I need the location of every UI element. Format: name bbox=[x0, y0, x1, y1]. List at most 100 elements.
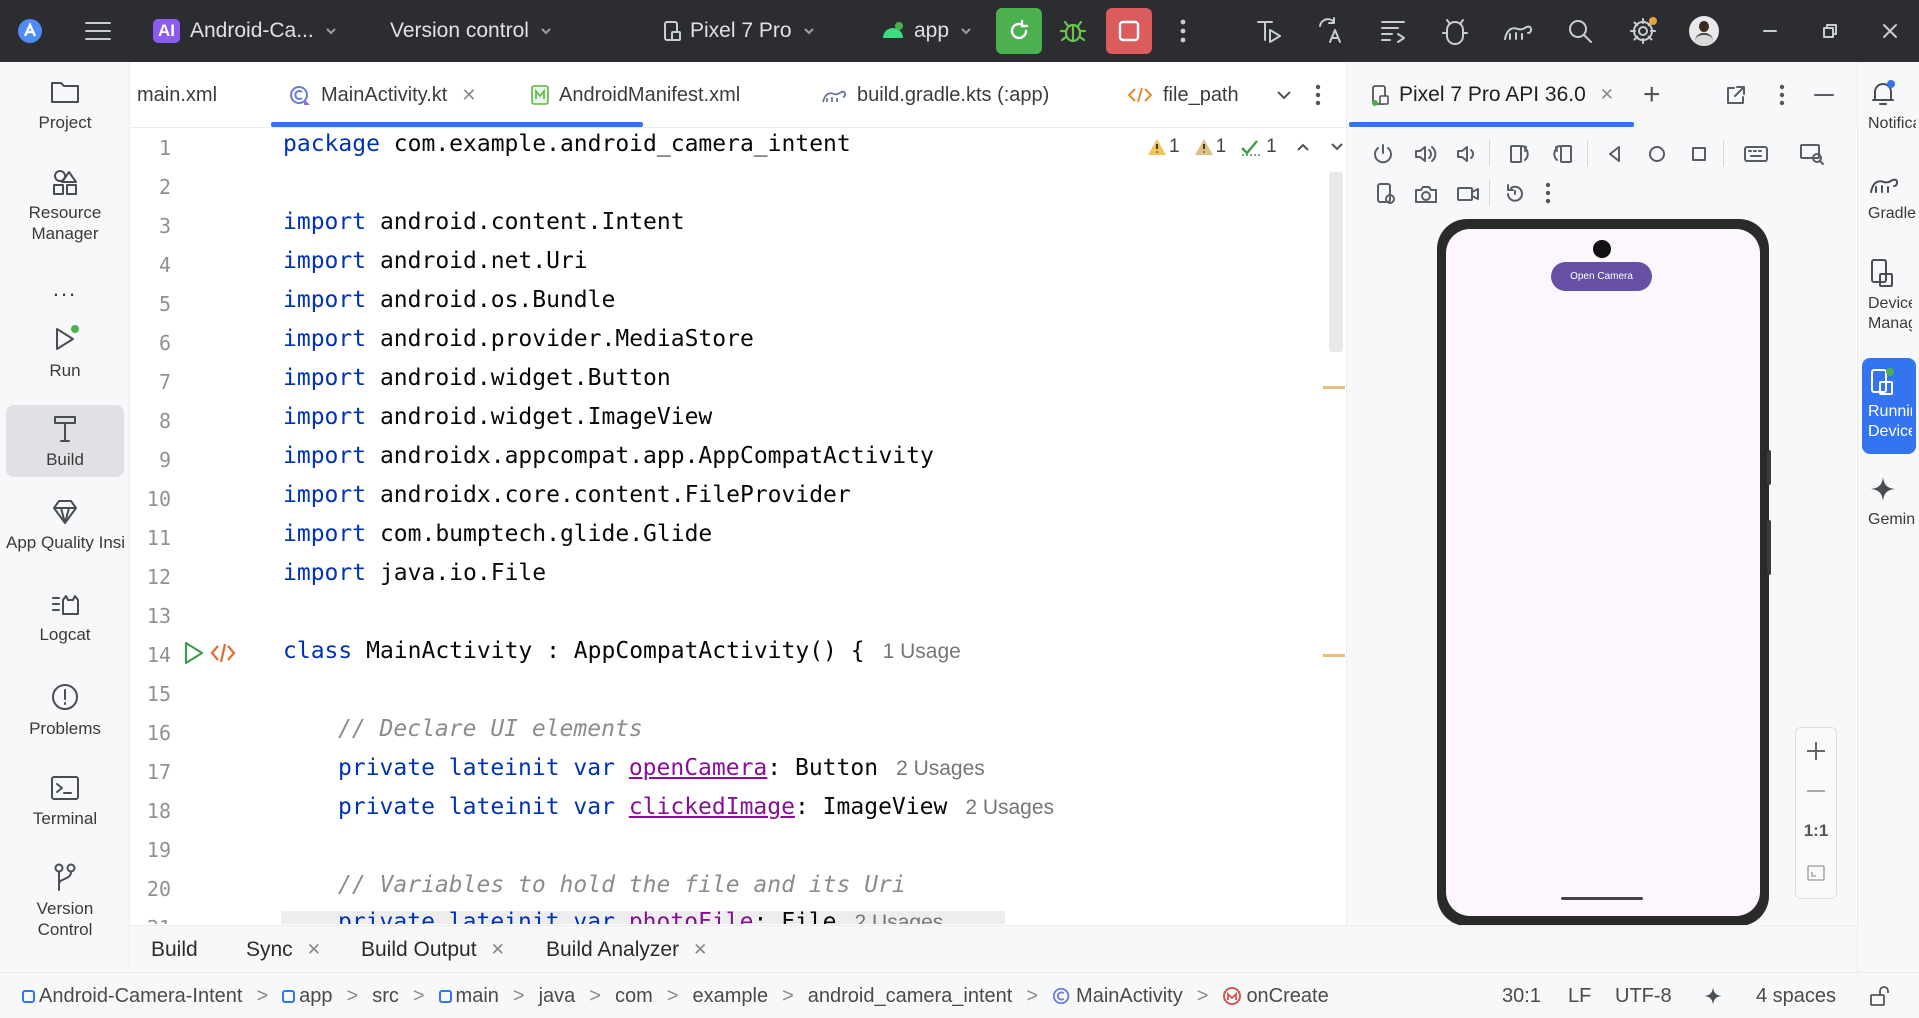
gesture-nav-bar[interactable] bbox=[1561, 897, 1643, 900]
main-menu-icon[interactable] bbox=[84, 0, 112, 62]
indent-setting[interactable]: 4 spaces bbox=[1756, 973, 1836, 1018]
open-camera-button[interactable]: Open Camera bbox=[1551, 262, 1652, 291]
screen-record-icon[interactable] bbox=[1455, 182, 1481, 206]
breadcrumb-item[interactable]: com bbox=[615, 985, 653, 1008]
tool-resource-manager[interactable]: Resource Manager bbox=[6, 168, 124, 244]
usage-hint[interactable]: 1 Usage bbox=[883, 640, 961, 663]
close-window-icon[interactable] bbox=[1882, 0, 1898, 62]
previous-highlight-chevron-up-icon[interactable] bbox=[1295, 139, 1311, 155]
ai-assist-sparkle-icon[interactable] bbox=[1702, 973, 1724, 1018]
code-tag-gutter-icon[interactable] bbox=[209, 641, 237, 665]
breadcrumb-item[interactable]: main bbox=[456, 985, 499, 1008]
usage-hint[interactable]: 2 Usages bbox=[896, 757, 985, 780]
code-editor[interactable]: 1 2 3 4 5 6 7 8 9 10 11 12 13 14 15 16 1… bbox=[131, 129, 1345, 924]
bottom-tab-build-analyzer[interactable]: Build Analyzer ✕ bbox=[546, 926, 707, 973]
zoom-actual-size[interactable]: 1:1 bbox=[1796, 821, 1836, 841]
tab-more-options-icon[interactable] bbox=[1315, 62, 1321, 128]
open-external-icon[interactable] bbox=[1725, 62, 1747, 128]
tool-gemini[interactable]: Gemini bbox=[1862, 474, 1916, 530]
volume-down-icon[interactable] bbox=[1455, 142, 1479, 166]
inspection-widget[interactable]: 1 1 1 bbox=[1147, 136, 1345, 158]
tool-device-manager[interactable]: Device Manager bbox=[1862, 258, 1916, 334]
close-device-tab-icon[interactable]: ✕ bbox=[1600, 85, 1614, 105]
tabs-overflow-chevron-icon[interactable] bbox=[1275, 62, 1293, 128]
snapshot-reset-icon[interactable] bbox=[1503, 182, 1527, 206]
breadcrumb-item[interactable]: onCreate bbox=[1246, 985, 1328, 1008]
caret-position[interactable]: 30:1 bbox=[1502, 973, 1541, 1018]
device-info-icon[interactable] bbox=[1375, 182, 1397, 206]
device-tab[interactable]: Pixel 7 Pro API 36.0 ✕ bbox=[1371, 62, 1614, 128]
bottom-tab-build-output[interactable]: Build Output ✕ bbox=[361, 926, 505, 973]
bottom-tab-build[interactable]: Build bbox=[151, 926, 198, 973]
volume-up-icon[interactable] bbox=[1413, 142, 1439, 166]
restore-window-icon[interactable] bbox=[1822, 0, 1838, 62]
keyboard-icon[interactable] bbox=[1743, 142, 1769, 166]
next-highlight-chevron-down-icon[interactable] bbox=[1329, 139, 1345, 155]
rotate-right-icon[interactable] bbox=[1549, 142, 1575, 166]
translate-icon[interactable] bbox=[1316, 0, 1346, 62]
tool-logcat[interactable]: Logcat bbox=[6, 592, 124, 645]
rotate-left-icon[interactable] bbox=[1507, 142, 1533, 166]
tool-terminal[interactable]: Terminal bbox=[6, 774, 124, 829]
device-more-options-icon[interactable] bbox=[1545, 182, 1551, 204]
hide-panel-icon[interactable] bbox=[1813, 62, 1835, 128]
rerun-button[interactable] bbox=[996, 0, 1042, 62]
apply-changes-icon[interactable] bbox=[1254, 0, 1284, 62]
sync-project-icon[interactable] bbox=[1378, 0, 1408, 62]
tab-androidmanifest-xml[interactable]: AndroidManifest.xml bbox=[531, 62, 740, 128]
breadcrumb-item[interactable]: app bbox=[299, 985, 332, 1008]
warning-marker[interactable] bbox=[1323, 386, 1345, 389]
version-control-widget[interactable]: Version control bbox=[390, 0, 553, 62]
tool-project[interactable]: Project bbox=[6, 78, 124, 133]
usage-hint[interactable]: 2 Usages bbox=[855, 911, 944, 924]
file-encoding[interactable]: UTF-8 bbox=[1615, 973, 1672, 1018]
close-tab-icon[interactable]: ✕ bbox=[307, 940, 321, 960]
overview-icon[interactable] bbox=[1687, 142, 1711, 166]
screenshot-camera-icon[interactable] bbox=[1413, 182, 1439, 206]
back-icon[interactable] bbox=[1603, 142, 1627, 166]
tool-gradle[interactable]: Gradle bbox=[1862, 170, 1916, 224]
close-tab-icon[interactable]: ✕ bbox=[461, 85, 476, 106]
tool-notifications[interactable]: Notifications bbox=[1862, 78, 1916, 134]
tool-run[interactable]: Run bbox=[6, 324, 124, 381]
more-actions-icon[interactable] bbox=[1180, 0, 1186, 62]
project-widget[interactable]: AI Android-Ca... bbox=[153, 0, 338, 62]
power-icon[interactable] bbox=[1371, 142, 1395, 166]
breadcrumb-item[interactable]: example bbox=[692, 985, 768, 1008]
tab-file-path[interactable]: file_path bbox=[1127, 62, 1277, 128]
settings-gear-icon[interactable] bbox=[1628, 0, 1658, 62]
warning-marker[interactable] bbox=[1323, 654, 1345, 657]
usage-hint[interactable]: 2 Usages bbox=[965, 796, 1054, 819]
zoom-in-icon[interactable] bbox=[1805, 740, 1827, 762]
breadcrumb-item[interactable]: java bbox=[539, 985, 576, 1008]
run-gutter-icon[interactable] bbox=[181, 640, 205, 666]
breadcrumb-item[interactable]: src bbox=[372, 985, 399, 1008]
tool-version-control[interactable]: Version Control bbox=[6, 862, 124, 940]
line-separator[interactable]: LF bbox=[1568, 973, 1591, 1018]
close-tab-icon[interactable]: ✕ bbox=[491, 940, 505, 960]
home-icon[interactable] bbox=[1645, 142, 1669, 166]
user-avatar[interactable] bbox=[1689, 0, 1719, 62]
breadcrumb-item[interactable]: MainActivity bbox=[1076, 985, 1183, 1008]
bottom-tab-sync[interactable]: Sync ✕ bbox=[246, 926, 321, 973]
sdk-manager-icon[interactable] bbox=[1440, 0, 1470, 62]
gradle-icon[interactable] bbox=[1502, 0, 1534, 62]
search-icon[interactable] bbox=[1566, 0, 1594, 62]
tool-more[interactable]: ... bbox=[6, 278, 124, 300]
stop-button[interactable] bbox=[1106, 0, 1152, 62]
minimize-window-icon[interactable] bbox=[1762, 0, 1778, 62]
tab-main-xml[interactable]: main.xml bbox=[137, 62, 217, 128]
zoom-fit-icon[interactable] bbox=[1806, 863, 1826, 883]
tool-app-quality-insights[interactable]: App Quality Insights bbox=[6, 498, 124, 553]
device-screen[interactable] bbox=[1446, 229, 1760, 916]
tool-problems[interactable]: Problems bbox=[6, 682, 124, 739]
device-mirroring-icon[interactable] bbox=[1799, 142, 1825, 166]
zoom-out-icon[interactable] bbox=[1805, 780, 1827, 802]
debug-button[interactable] bbox=[1058, 0, 1088, 62]
breadcrumb-item[interactable]: Android-Camera-Intent bbox=[39, 985, 242, 1008]
run-config-selector[interactable]: app bbox=[880, 0, 973, 62]
vertical-scrollbar[interactable] bbox=[1329, 172, 1343, 352]
panel-options-icon[interactable] bbox=[1779, 62, 1785, 128]
breadcrumb-item[interactable]: android_camera_intent bbox=[808, 985, 1013, 1008]
device-selector[interactable]: Pixel 7 Pro bbox=[662, 0, 816, 62]
